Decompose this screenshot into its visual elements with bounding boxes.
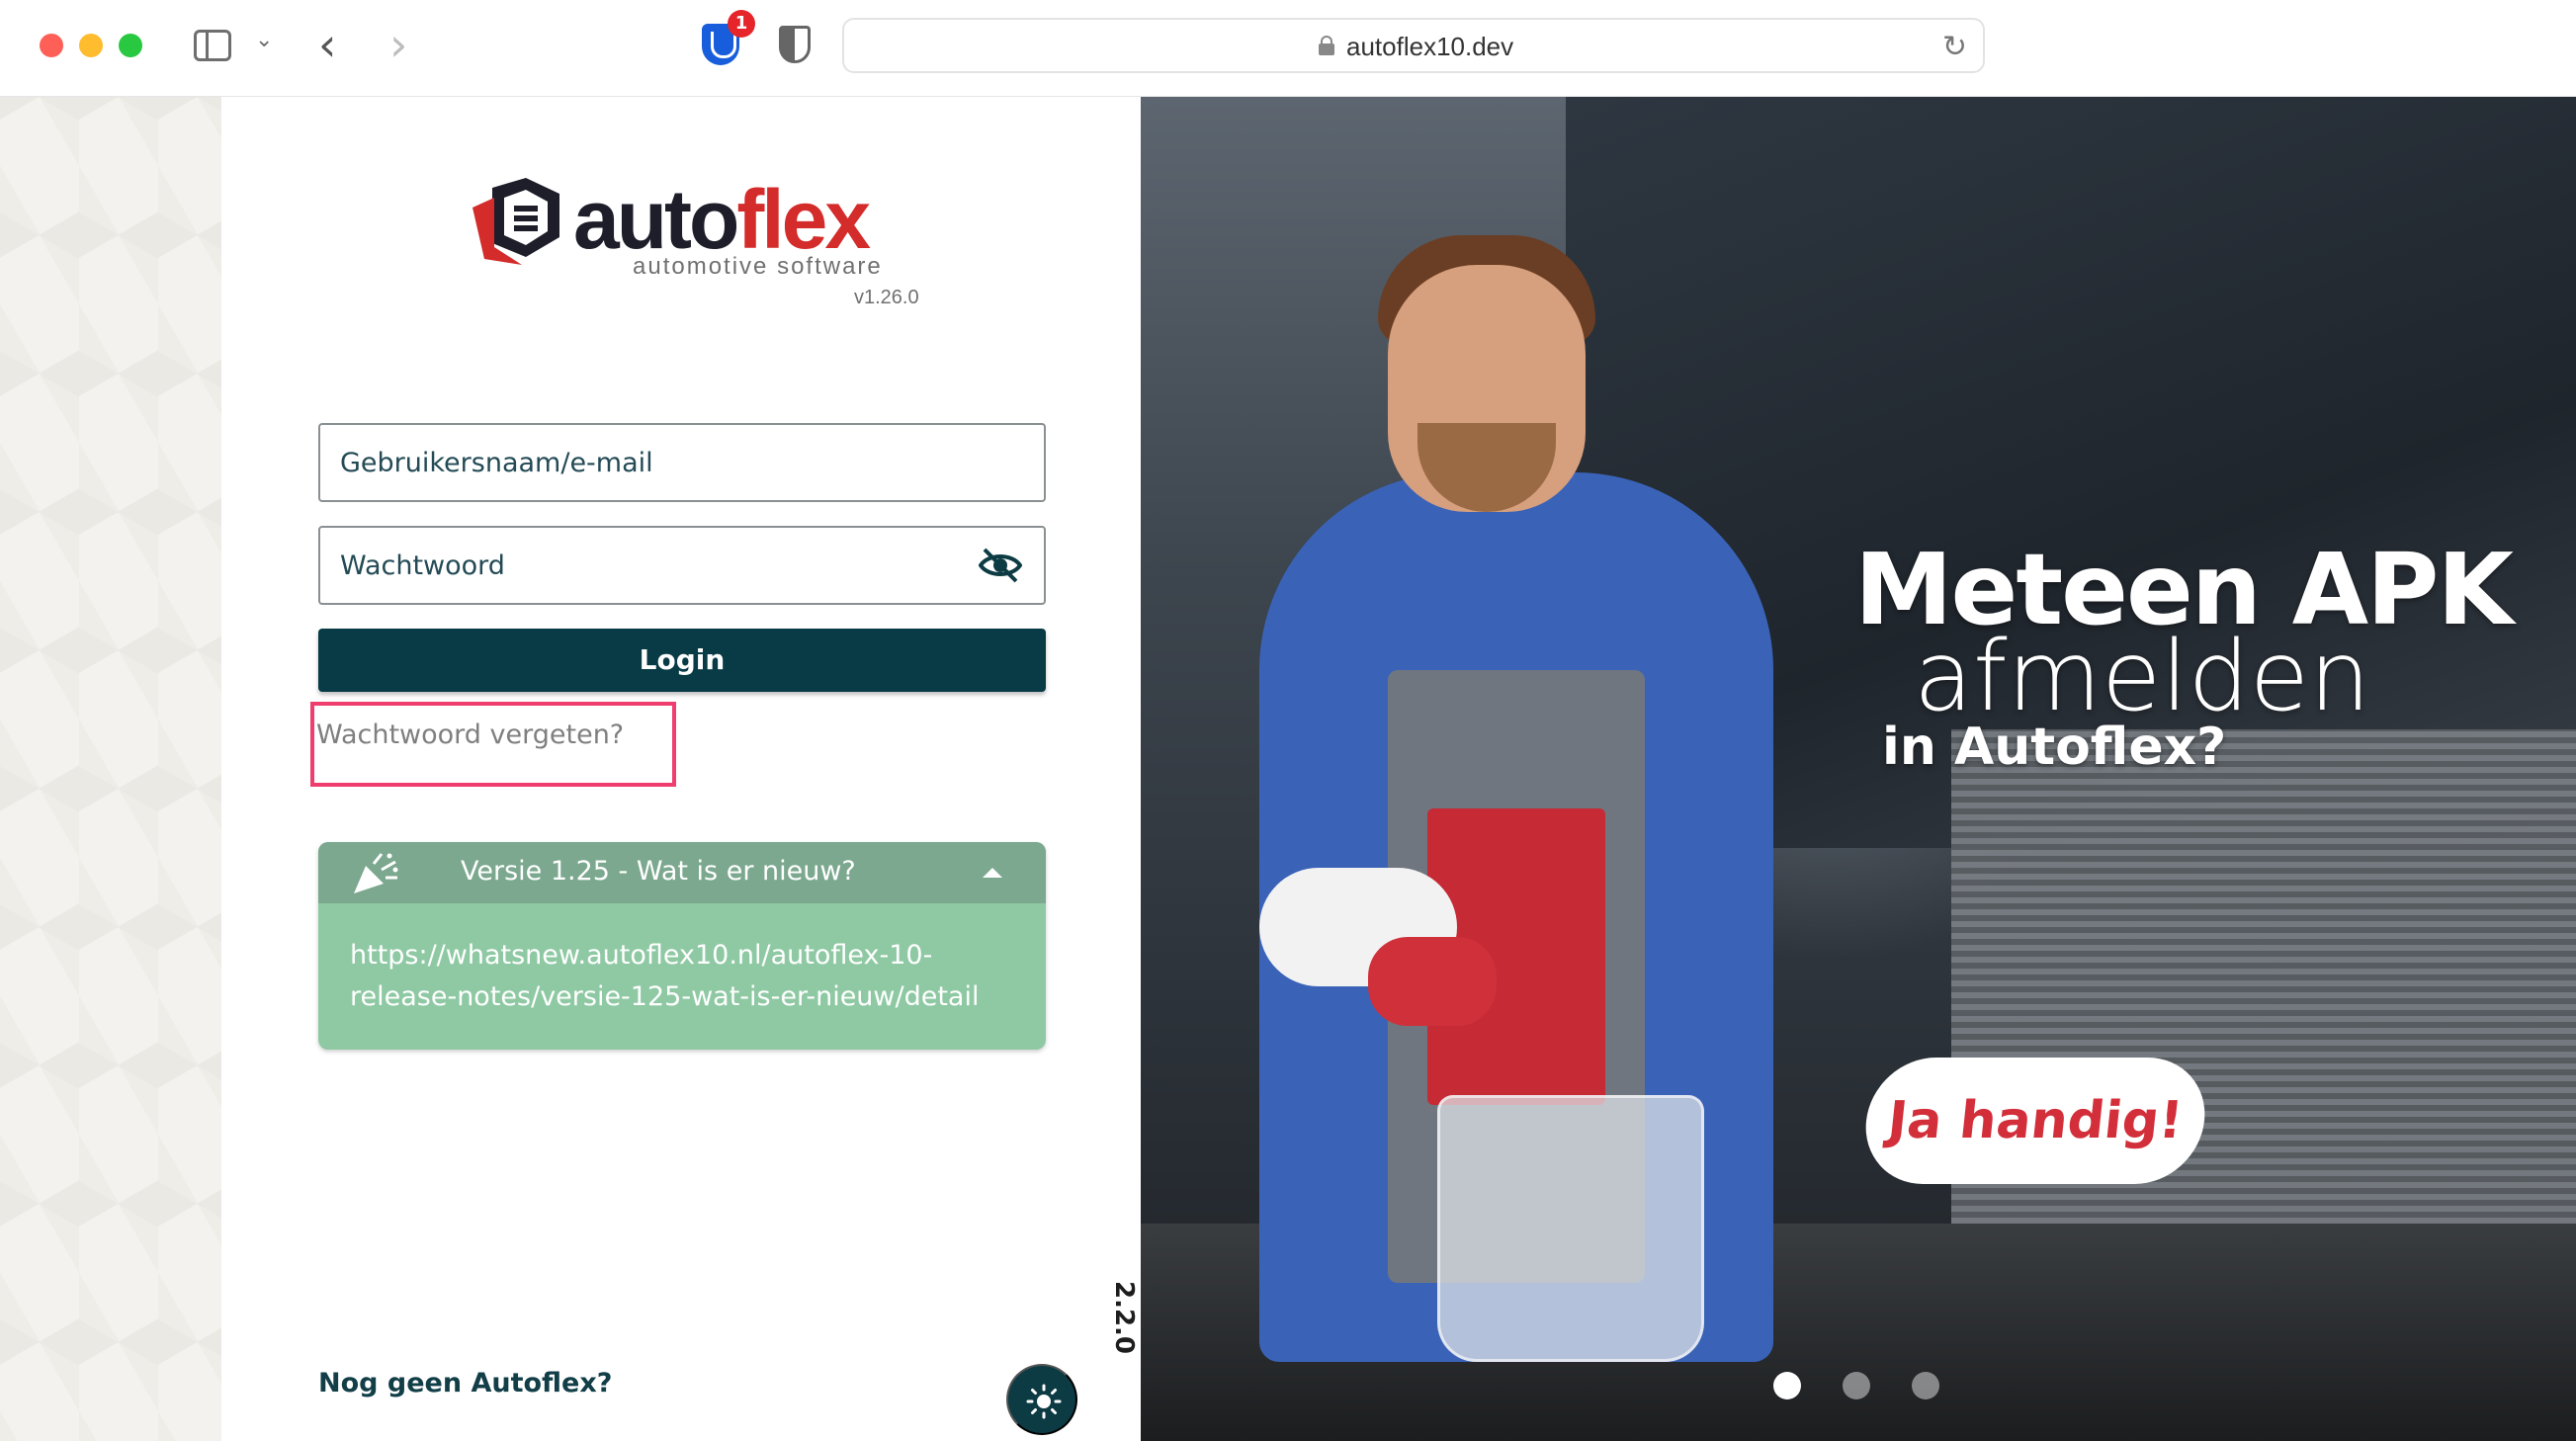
login-panel: autoflex automotive software v1.26.0 Log… (221, 97, 1168, 1441)
background-pattern (0, 97, 221, 1441)
logo-tagline: automotive software (633, 253, 883, 280)
whats-new-panel: Versie 1.25 - Wat is er nieuw? https://w… (318, 842, 1046, 1050)
chevron-down-icon[interactable]: ⌄ (255, 28, 273, 52)
page: autoflex automotive software v1.26.0 Log… (0, 97, 2576, 1441)
url-text: autoflex10.dev (1346, 32, 1514, 61)
theme-toggle-button[interactable] (1006, 1364, 1077, 1435)
username-field[interactable] (318, 423, 1046, 502)
lock-icon (1319, 36, 1334, 55)
carousel-dot[interactable] (1843, 1372, 1870, 1399)
no-account-link[interactable]: Nog geen Autoflex? (318, 1368, 612, 1399)
carousel-dot[interactable] (1773, 1372, 1801, 1399)
address-bar[interactable]: autoflex10.dev ↻ (842, 18, 1985, 73)
password-field[interactable] (318, 526, 1046, 605)
forgot-password-link[interactable]: Wachtwoord vergeten? (316, 720, 624, 750)
zoom-window-button[interactable] (119, 34, 142, 57)
autoflex-logo-icon (472, 178, 559, 265)
release-notes-link[interactable]: https://whatsnew.autoflex10.nl/autoflex-… (350, 935, 1022, 1018)
promo-carousel: Meteen APK afmelden in Autoflex? Ja hand… (1141, 97, 2576, 1441)
minimize-window-button[interactable] (79, 34, 103, 57)
carousel-dot[interactable] (1912, 1372, 1939, 1399)
promo-headline-2: afmelden (1914, 621, 2371, 733)
collapse-caret-icon[interactable] (983, 868, 1002, 878)
forward-button[interactable]: › (389, 18, 407, 71)
privacy-shield-icon[interactable] (779, 26, 811, 63)
autoflex-logo: autoflex automotive software v1.26.0 (465, 172, 919, 320)
whats-new-header[interactable]: Versie 1.25 - Wat is er nieuw? (318, 842, 1046, 903)
sun-icon (1026, 1384, 1062, 1419)
toggle-password-visibility-icon[interactable] (979, 548, 1022, 583)
sidebar-toggle-icon[interactable] (194, 30, 231, 61)
app-version: v1.26.0 (854, 287, 919, 308)
party-popper-icon (354, 853, 398, 893)
reload-icon[interactable]: ↻ (1942, 30, 1967, 64)
close-window-button[interactable] (40, 34, 63, 57)
browser-toolbar: ⌄ ‹ › 1 autoflex10.dev ↻ (0, 0, 2576, 97)
promo-subheadline: in Autoflex? (1882, 718, 2227, 777)
back-button[interactable]: ‹ (318, 18, 336, 71)
promo-cta-button[interactable]: Ja handig! (1859, 1058, 2211, 1184)
whats-new-title: Versie 1.25 - Wat is er nieuw? (461, 856, 856, 887)
username-input[interactable] (340, 425, 953, 500)
promo-image-radiator (1951, 729, 2576, 1283)
login-button[interactable]: Login (318, 629, 1046, 692)
extension-badge: 1 (728, 10, 755, 38)
password-input[interactable] (340, 528, 953, 603)
